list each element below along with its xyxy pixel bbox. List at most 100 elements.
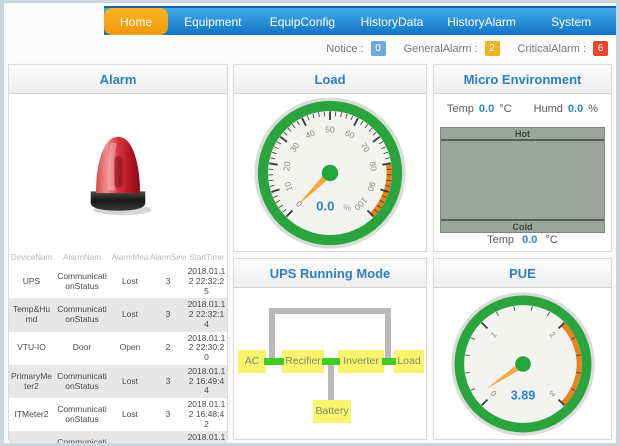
load-gauge: 01020304050607080901000.0% [234, 94, 426, 251]
table-header-cell: AlarmNam [54, 250, 110, 265]
ups-battery-line [328, 362, 334, 402]
table-row: ITMeter2CommunicationStatusLost32018.01.… [9, 398, 227, 431]
alarm-panel-title: Alarm [9, 65, 227, 94]
table-cell: Temp&Humd [9, 298, 54, 331]
table-cell: Lost [110, 365, 150, 398]
env-humd-label: Humd [534, 103, 563, 115]
table-cell: 3 [150, 298, 186, 331]
table-row: AirconCommunicationStatusLost32018.01.12… [9, 431, 227, 443]
table-cell: 3 [150, 398, 186, 431]
tab-equipconfig[interactable]: EquipConfig [258, 8, 348, 35]
pue-gauge: 01233.89 [434, 288, 611, 439]
svg-text:20: 20 [281, 160, 292, 171]
table-header-cell: DeviceNam [9, 250, 54, 265]
ups-node-inverter: Inverter [338, 350, 384, 373]
micro-environment-title: Micro Environment [434, 65, 611, 94]
tab-historyalarm[interactable]: HistoryAlarm [437, 8, 527, 35]
ups-panel-title: UPS Running Mode [234, 259, 426, 288]
status-item: GeneralAlarm :2 [404, 41, 500, 56]
env-humd-unit: % [588, 103, 598, 115]
env-bottom-temp-value: 0.0 [522, 234, 537, 246]
env-temp-label: Temp [447, 103, 474, 115]
load-panel-title: Load [234, 65, 426, 94]
table-cell: UPS [9, 265, 54, 298]
hot-cold-aisle-box: Hot Cold [440, 127, 605, 233]
load-panel: Load 01020304050607080901000.0% [233, 64, 427, 252]
env-temp-value: 0.0 [479, 103, 494, 115]
env-readings-row: Temp 0.0 °C Humd 0.0 % [434, 94, 611, 115]
table-cell: CommunicationStatus [54, 265, 110, 298]
alarm-table-header-row: DeviceNamAlarmNamAlarmMeaAlarmSeveStartT… [9, 250, 227, 265]
svg-text:80: 80 [367, 160, 378, 171]
tab-home[interactable]: Home [104, 8, 168, 35]
table-header-cell: AlarmMea [110, 250, 150, 265]
status-label: Notice : [326, 43, 363, 55]
pue-gauge-dial: 01233.89 [449, 290, 597, 438]
table-cell: Lost [110, 398, 150, 431]
table-cell: 2018.01.12 22:32:25 [186, 265, 227, 298]
table-cell: 2018.01.12 16:49:44 [186, 365, 227, 398]
table-cell: Aircon [9, 431, 54, 443]
pue-panel-title: PUE [434, 259, 611, 288]
cold-aisle-label: Cold [441, 219, 604, 232]
ups-node-load: Load [394, 350, 424, 373]
svg-text:%: % [343, 202, 351, 212]
env-temp-unit: °C [499, 103, 511, 115]
status-label: CriticalAlarm : [518, 43, 586, 55]
svg-text:0.0: 0.0 [316, 198, 334, 213]
tab-system[interactable]: System [526, 8, 616, 35]
ups-connector-rectifier-inverter [322, 358, 340, 365]
env-humd-value: 0.0 [568, 103, 583, 115]
env-bottom-temp-unit: °C [545, 234, 557, 246]
table-row: UPSCommunicationStatusLost32018.01.12 22… [9, 265, 227, 298]
ups-node-battery: Battery [313, 400, 351, 423]
table-cell: Lost [110, 431, 150, 443]
status-count-badge: 2 [485, 41, 500, 56]
table-cell: 2018.01.12 16:47:46 [186, 431, 227, 443]
ups-node-ac: AC [238, 350, 266, 373]
table-cell: 3 [150, 365, 186, 398]
svg-text:3.89: 3.89 [510, 388, 534, 402]
env-humd-reading: Humd 0.0 % [534, 103, 598, 115]
table-cell: Door [54, 332, 110, 365]
status-count-badge: 0 [371, 41, 386, 56]
table-cell: 2018.01.12 16:48:42 [186, 398, 227, 431]
table-cell: 2 [150, 332, 186, 365]
status-count-badge: 6 [593, 41, 608, 56]
status-bar: Notice : 0 GeneralAlarm :2 CriticalAlarm : 6 [326, 41, 608, 56]
table-cell: Lost [110, 298, 150, 331]
table-cell: VTU-IO [9, 332, 54, 365]
table-cell: ITMeter2 [9, 398, 54, 431]
alarm-beacon-area [9, 94, 227, 250]
svg-text:50: 50 [325, 124, 335, 134]
table-header-cell: AlarmSeve [150, 250, 186, 265]
ups-node-rectifier: Recifier [282, 350, 324, 373]
pue-panel: PUE 01233.89 [433, 258, 612, 440]
table-row: Temp&HumdCommunicationStatusLost32018.01… [9, 298, 227, 331]
status-item: CriticalAlarm : 6 [518, 41, 608, 56]
env-bottom-temp-label: Temp [487, 234, 514, 246]
hot-aisle-label: Hot [441, 128, 604, 141]
table-row: PrimaryMeter2CommunicationStatusLost3201… [9, 365, 227, 398]
ups-running-mode-panel: UPS Running Mode AC Recifier Inverter Lo… [233, 258, 427, 440]
table-cell: 3 [150, 265, 186, 298]
table-cell: 2018.01.12 22:32:14 [186, 298, 227, 331]
dashboard-screen: HomeEquipmentEquipConfigHistoryDataHisto… [4, 3, 616, 443]
table-row: VTU-IODoorOpen22018.01.12 22:30:20 [9, 332, 227, 365]
table-cell: CommunicationStatus [54, 431, 110, 443]
alarm-table: DeviceNamAlarmNamAlarmMeaAlarmSeveStartT… [9, 250, 227, 443]
table-cell: 3 [150, 431, 186, 443]
table-cell: CommunicationStatus [54, 298, 110, 331]
env-temp-reading: Temp 0.0 °C [447, 103, 512, 115]
table-cell: Open [110, 332, 150, 365]
ups-connector-ac-rectifier [264, 358, 284, 365]
table-cell: 2018.01.12 22:30:20 [186, 332, 227, 365]
table-cell: CommunicationStatus [54, 398, 110, 431]
top-navbar: HomeEquipmentEquipConfigHistoryDataHisto… [104, 6, 616, 35]
tab-historydata[interactable]: HistoryData [347, 8, 437, 35]
alarm-panel: Alarm [8, 64, 228, 440]
micro-environment-panel: Micro Environment Temp 0.0 °C Humd 0.0 %… [433, 64, 612, 252]
tab-equipment[interactable]: Equipment [168, 8, 258, 35]
status-item: Notice : 0 [326, 41, 385, 56]
table-header-cell: StartTime [186, 250, 227, 265]
